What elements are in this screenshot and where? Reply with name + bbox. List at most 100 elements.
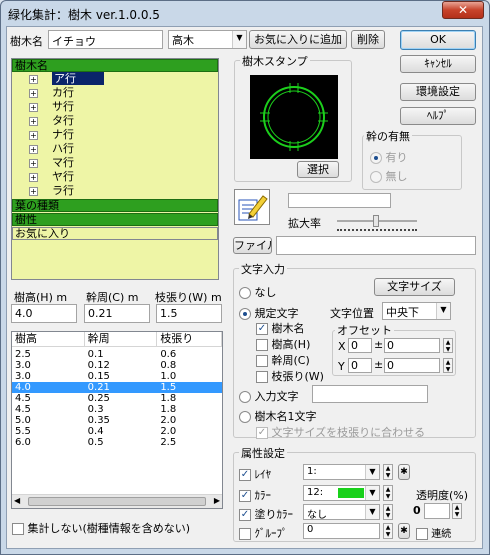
text-position-select[interactable]: 中央下 ▼: [382, 302, 451, 320]
select-stamp-button[interactable]: 選択: [297, 161, 339, 178]
table-row[interactable]: 3.0 0.15 1.0: [12, 371, 222, 382]
table-row[interactable]: 4.5 0.25 1.8: [12, 393, 222, 404]
scroll-right-icon[interactable]: ▶: [214, 496, 220, 505]
spin-up-icon[interactable]: ▲: [384, 505, 392, 512]
file-button[interactable]: ファイル: [233, 237, 272, 254]
tree-node[interactable]: + ア行: [29, 72, 218, 86]
layer-star-button[interactable]: ✱: [398, 464, 410, 480]
table-row[interactable]: 4.5 0.3 1.8: [12, 404, 222, 415]
transparency-spin[interactable]: ▲ ▼: [452, 503, 462, 519]
offset-x-value[interactable]: 0: [384, 338, 440, 353]
col-width-header[interactable]: 枝張り: [157, 332, 222, 346]
tree-type-select[interactable]: 高木 ▼: [168, 30, 247, 49]
plus-icon[interactable]: +: [29, 102, 38, 112]
spin-up-icon[interactable]: ▲: [453, 504, 461, 511]
offset-y-input[interactable]: 0: [348, 358, 372, 373]
col-height-header[interactable]: 樹高: [12, 332, 85, 346]
input-text-field[interactable]: [312, 385, 428, 403]
col-circ-header[interactable]: 幹周: [85, 332, 158, 346]
color-spin[interactable]: ▲ ▼: [383, 485, 393, 501]
fit-size-checkbox[interactable]: ✓: [256, 427, 268, 439]
color-select[interactable]: 12: ▼: [303, 485, 380, 501]
table-row[interactable]: 3.0 0.12 0.8: [12, 360, 222, 371]
spin-down-icon[interactable]: ▼: [384, 531, 392, 538]
color-checkbox[interactable]: ✓: [239, 490, 251, 502]
delete-button[interactable]: 削除: [351, 30, 385, 49]
chk-circ-checkbox[interactable]: [256, 355, 268, 367]
no-sum-option[interactable]: 集計しない(樹種情報を含めない): [12, 520, 190, 536]
input-text-option[interactable]: 入力文字: [239, 388, 299, 404]
scroll-thumb[interactable]: [28, 497, 206, 506]
group-input[interactable]: 0: [303, 523, 380, 539]
color-option[interactable]: ✓ ｶﾗｰ: [239, 487, 271, 503]
plus-icon[interactable]: +: [29, 130, 38, 140]
tree-node[interactable]: + ヤ行: [29, 170, 218, 184]
continuous-checkbox[interactable]: [416, 528, 428, 540]
fit-size-option[interactable]: ✓ 文字サイズを枝張りに合わせる: [256, 424, 425, 440]
offset-x-input[interactable]: 0: [348, 338, 372, 353]
trunk-yes-radio[interactable]: [370, 152, 382, 164]
group-spin[interactable]: ▲ ▼: [383, 523, 393, 539]
chk-name-checkbox[interactable]: ✓: [256, 323, 268, 335]
tree-node[interactable]: + カ行: [29, 86, 218, 100]
plus-icon[interactable]: +: [29, 116, 38, 126]
offset-y-spin[interactable]: ▲ ▼: [443, 358, 453, 373]
scroll-left-icon[interactable]: ◀: [14, 496, 20, 505]
plus-icon[interactable]: +: [29, 144, 38, 154]
tree-node[interactable]: + マ行: [29, 156, 218, 170]
no-sum-checkbox[interactable]: [12, 523, 24, 535]
offset-y-value[interactable]: 0: [384, 358, 440, 373]
chk-height-checkbox[interactable]: [256, 339, 268, 351]
one-char-radio[interactable]: [239, 411, 251, 423]
table-row[interactable]: 4.0 0.21 1.5: [12, 382, 222, 393]
spin-up-icon[interactable]: ▲: [384, 465, 392, 472]
tree-node[interactable]: + サ行: [29, 100, 218, 114]
tree-node[interactable]: + ハ行: [29, 142, 218, 156]
spin-down-icon[interactable]: ▼: [453, 511, 461, 518]
continuous-option[interactable]: 連続: [416, 525, 451, 540]
horizontal-scrollbar[interactable]: ◀ ▶: [12, 494, 222, 508]
plus-icon[interactable]: +: [29, 74, 38, 84]
group-star-button[interactable]: ✱: [398, 523, 410, 539]
add-favorite-button[interactable]: お気に入りに追加: [249, 30, 347, 49]
none-radio[interactable]: [239, 287, 251, 299]
spin-down-icon[interactable]: ▼: [384, 512, 392, 519]
width-input[interactable]: 1.5: [156, 304, 222, 323]
circumference-input[interactable]: 0.21: [84, 304, 150, 323]
standard-text-option[interactable]: 規定文字: [239, 305, 299, 321]
chk-width-option[interactable]: 枝張り(W): [256, 368, 324, 384]
settings-button[interactable]: 環境設定: [400, 83, 476, 101]
spin-down-icon[interactable]: ▼: [444, 346, 452, 353]
fill-option[interactable]: ✓ 塗りｶﾗｰ: [239, 506, 293, 522]
plus-icon[interactable]: +: [29, 186, 38, 196]
category-tree[interactable]: 樹木名 + ア行 + カ行 + サ行 + タ行 + ナ行 + ハ行 + マ行 + ヤ行 + ラ行 葉の種類 樹性 お気…: [11, 58, 219, 280]
spin-up-icon[interactable]: ▲: [444, 339, 452, 346]
cancel-button[interactable]: ｷｬﾝｾﾙ: [400, 55, 476, 73]
chk-circ-option[interactable]: 幹周(C): [256, 352, 310, 368]
layer-select[interactable]: 1: ▼: [303, 464, 380, 480]
edit-button[interactable]: [234, 189, 270, 225]
none-option[interactable]: なし: [239, 284, 277, 300]
layer-spin[interactable]: ▲ ▼: [383, 464, 393, 480]
fill-spin[interactable]: ▲ ▼: [383, 504, 393, 520]
spin-down-icon[interactable]: ▼: [444, 366, 452, 373]
zoom-input[interactable]: [288, 193, 391, 208]
input-text-radio[interactable]: [239, 391, 251, 403]
chk-height-option[interactable]: 樹高(H): [256, 336, 310, 352]
spin-up-icon[interactable]: ▲: [384, 486, 392, 493]
group-option[interactable]: ｸﾞﾙｰﾌﾟ: [239, 525, 288, 541]
spin-up-icon[interactable]: ▲: [384, 524, 392, 531]
spin-down-icon[interactable]: ▼: [384, 472, 392, 479]
transparency-input[interactable]: [424, 503, 450, 519]
file-path-input[interactable]: [276, 236, 476, 255]
close-button[interactable]: ✕: [442, 1, 484, 19]
table-row[interactable]: 2.5 0.1 0.6: [12, 349, 222, 360]
tree-node[interactable]: + ナ行: [29, 128, 218, 142]
text-size-button[interactable]: 文字サイズ: [374, 278, 455, 296]
table-row[interactable]: 5.0 0.35 2.0: [12, 415, 222, 426]
fill-checkbox[interactable]: ✓: [239, 509, 251, 521]
layer-option[interactable]: ✓ ﾚｲﾔ: [239, 466, 271, 482]
fill-select[interactable]: なし ▼: [303, 504, 380, 521]
one-char-option[interactable]: 樹木名1文字: [239, 408, 317, 424]
chk-name-option[interactable]: ✓ 樹木名: [256, 320, 305, 336]
